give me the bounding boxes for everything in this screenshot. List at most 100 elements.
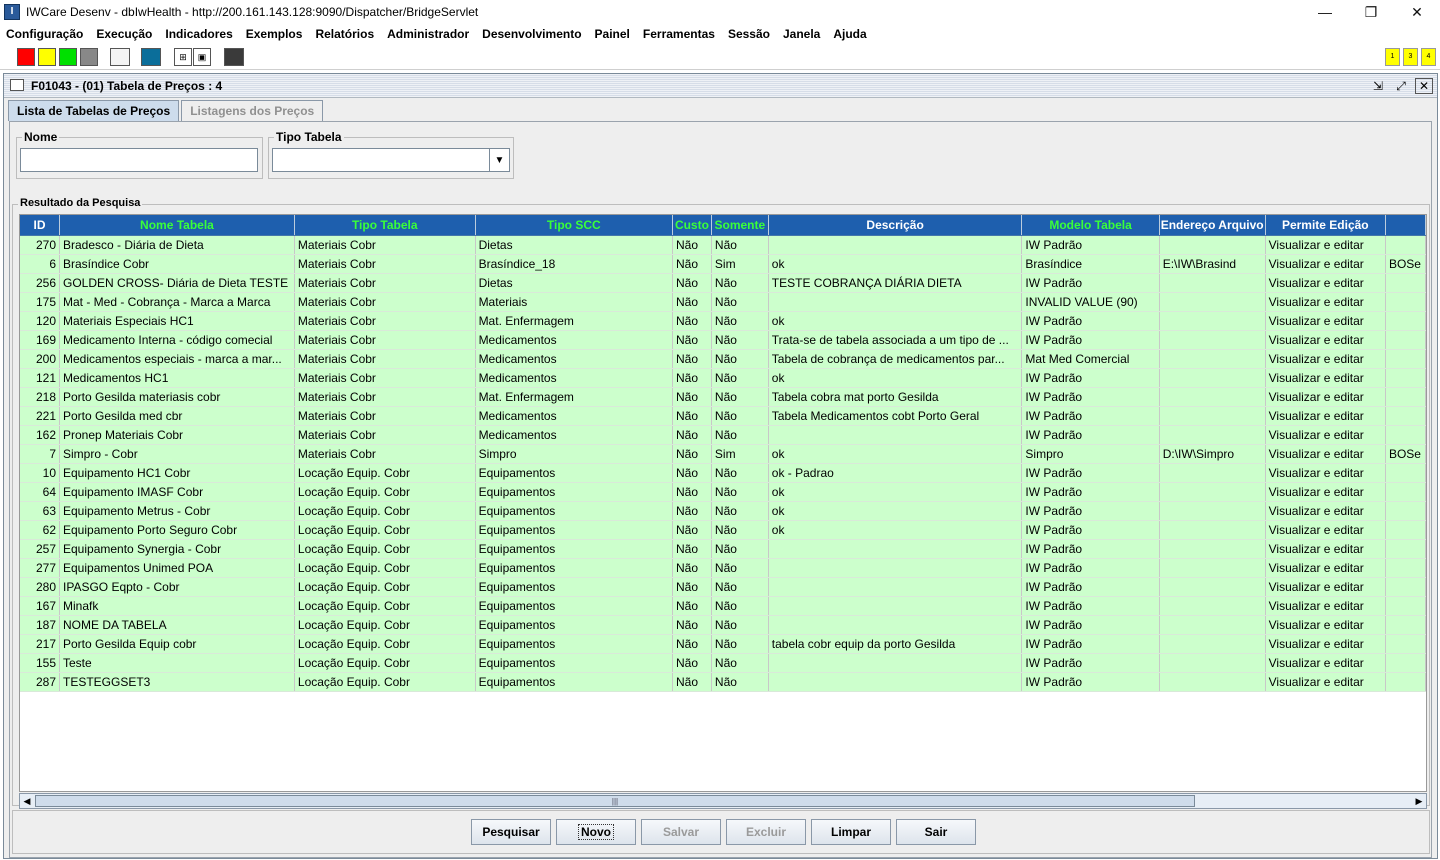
table-row[interactable]: 257 Equipamento Synergia - Cobr Locação Eq… bbox=[20, 539, 1426, 559]
cell-permite-edicao: Visualizar e editar bbox=[1265, 482, 1386, 502]
table-row[interactable]: 277 Equipamentos Unimed POA Locação Equip.… bbox=[20, 558, 1426, 578]
pesquisar-button[interactable]: Pesquisar bbox=[471, 819, 551, 845]
menu-painel[interactable]: Painel bbox=[595, 27, 630, 41]
table-row[interactable]: 121 Medicamentos HC1 Materiais Cobr Medicam… bbox=[20, 368, 1426, 388]
col-extra-header[interactable] bbox=[1385, 215, 1426, 236]
menu-configuracao[interactable]: Configuração bbox=[6, 27, 83, 41]
table-row[interactable]: 287 TESTEGGSET3 Locação Equip. Cobr Equipam… bbox=[20, 672, 1426, 692]
cell-modelo-tabela: IW Padrão bbox=[1021, 672, 1160, 692]
results-table-viewport[interactable]: ID Nome Tabela Tipo Tabela Tipo SCC Cust… bbox=[19, 214, 1427, 792]
col-somente-header[interactable]: Somente bbox=[711, 215, 769, 236]
novo-button[interactable]: Novo bbox=[556, 819, 636, 845]
cell-custo: Não bbox=[672, 425, 712, 445]
frame-close-icon[interactable]: ✕ bbox=[1415, 78, 1433, 94]
restore-button[interactable]: ❐ bbox=[1348, 0, 1394, 24]
menu-execucao[interactable]: Execução bbox=[96, 27, 152, 41]
green-color-button[interactable] bbox=[59, 48, 77, 66]
col-custo-header[interactable]: Custo bbox=[672, 215, 712, 236]
menu-ajuda[interactable]: Ajuda bbox=[833, 27, 866, 41]
col-modelo-tabela-header[interactable]: Modelo Tabela bbox=[1021, 215, 1160, 236]
cell-nome-tabela: Minafk bbox=[59, 596, 295, 616]
tree-icon[interactable]: ⊞ bbox=[174, 48, 192, 66]
table-row[interactable]: 64 Equipamento IMASF Cobr Locação Equip. C… bbox=[20, 482, 1426, 502]
table-row[interactable]: 256 GOLDEN CROSS- Diária de Dieta TESTE Ma… bbox=[20, 273, 1426, 293]
frame-maximize-icon[interactable]: ⤢ bbox=[1392, 78, 1410, 94]
table-row[interactable]: 10 Equipamento HC1 Cobr Locação Equip. Cob… bbox=[20, 463, 1426, 483]
close-button[interactable]: ✕ bbox=[1394, 0, 1440, 24]
windows-icon[interactable]: ▣ bbox=[193, 48, 211, 66]
excluir-button[interactable]: Excluir bbox=[726, 819, 806, 845]
menu-sessao[interactable]: Sessão bbox=[728, 27, 770, 41]
tab-lista-tabelas[interactable]: Lista de Tabelas de Preços bbox=[8, 100, 180, 121]
cell-tipo-scc: Medicamentos bbox=[475, 330, 673, 350]
limpar-button[interactable]: Limpar bbox=[811, 819, 891, 845]
cell-descricao: tabela cobr equip da porto Gesilda bbox=[768, 634, 1023, 654]
white-color-button[interactable] bbox=[110, 48, 130, 66]
cell-extra bbox=[1385, 539, 1426, 559]
frame-minimize-icon[interactable]: ⇲ bbox=[1369, 78, 1387, 94]
scroll-right-icon[interactable]: ▶ bbox=[1412, 794, 1426, 808]
menu-indicadores[interactable]: Indicadores bbox=[165, 27, 232, 41]
table-row[interactable]: 6 Brasíndice Cobr Materiais Cobr Brasíndice… bbox=[20, 254, 1426, 274]
scroll-left-icon[interactable]: ◀ bbox=[20, 794, 34, 808]
table-row[interactable]: 167 Minafk Locação Equip. Cobr Equipamentos… bbox=[20, 596, 1426, 616]
blue-color-button[interactable] bbox=[141, 48, 161, 66]
salvar-button[interactable]: Salvar bbox=[641, 819, 721, 845]
yellow-color-button[interactable] bbox=[38, 48, 56, 66]
table-row[interactable]: 280 IPASGO Eqpto - Cobr Locação Equip. Cob… bbox=[20, 577, 1426, 597]
table-row[interactable]: 218 Porto Gesilda materiasis cobr Materiai… bbox=[20, 387, 1426, 407]
indicator-1[interactable]: 1 bbox=[1385, 48, 1400, 66]
gray-color-button[interactable] bbox=[80, 48, 98, 66]
table-row[interactable]: 63 Equipamento Metrus - Cobr Locação Equip… bbox=[20, 501, 1426, 521]
col-endereco-arquivo-header[interactable]: Endereço Arquivo bbox=[1159, 215, 1266, 236]
table-row[interactable]: 217 Porto Gesilda Equip cobr Locação Equip… bbox=[20, 634, 1426, 654]
col-descricao-header[interactable]: Descrição bbox=[768, 215, 1023, 236]
table-row[interactable]: 187 NOME DA TABELA Locação Equip. Cobr Equi… bbox=[20, 615, 1426, 635]
table-row[interactable]: 221 Porto Gesilda med cbr Materiais Cobr Me… bbox=[20, 406, 1426, 426]
indicator-4[interactable]: 4 bbox=[1421, 48, 1436, 66]
dark-color-button[interactable] bbox=[224, 48, 244, 66]
red-color-button[interactable] bbox=[17, 48, 35, 66]
cell-id: 63 bbox=[20, 501, 60, 521]
chevron-down-icon[interactable]: ▼ bbox=[489, 149, 509, 171]
table-row[interactable]: 155 Teste Locação Equip. Cobr Equipamentos N… bbox=[20, 653, 1426, 673]
horizontal-scrollbar[interactable]: ◀ ||| ▶ bbox=[19, 793, 1427, 809]
menu-desenvolvimento[interactable]: Desenvolvimento bbox=[482, 27, 581, 41]
col-tipo-tabela-header[interactable]: Tipo Tabela bbox=[294, 215, 476, 236]
sair-button[interactable]: Sair bbox=[896, 819, 976, 845]
tipo-tabela-select[interactable]: ▼ bbox=[272, 148, 510, 172]
tab-listagens-precos[interactable]: Listagens dos Preços bbox=[181, 100, 324, 121]
col-tipo-scc-header[interactable]: Tipo SCC bbox=[475, 215, 673, 236]
cell-id: 10 bbox=[20, 463, 60, 483]
cell-somente: Não bbox=[711, 520, 769, 540]
table-row[interactable]: 62 Equipamento Porto Seguro Cobr Locação E… bbox=[20, 520, 1426, 540]
cell-extra bbox=[1385, 311, 1426, 331]
cell-id: 175 bbox=[20, 292, 60, 312]
minimize-button[interactable]: — bbox=[1302, 0, 1348, 24]
menu-relatorios[interactable]: Relatórios bbox=[315, 27, 374, 41]
cell-endereco-arquivo bbox=[1159, 577, 1266, 597]
nome-input[interactable] bbox=[20, 148, 258, 172]
col-permite-edicao-header[interactable]: Permite Edição bbox=[1265, 215, 1386, 236]
cell-endereco-arquivo bbox=[1159, 596, 1266, 616]
cell-tipo-scc: Equipamentos bbox=[475, 463, 673, 483]
table-row[interactable]: 7 Simpro - Cobr Materiais Cobr Simpro Não Sim… bbox=[20, 444, 1426, 464]
menu-janela[interactable]: Janela bbox=[783, 27, 820, 41]
menu-exemplos[interactable]: Exemplos bbox=[246, 27, 303, 41]
scroll-thumb[interactable]: ||| bbox=[35, 795, 1195, 807]
cell-custo: Não bbox=[672, 577, 712, 597]
col-id-header[interactable]: ID bbox=[20, 215, 60, 236]
cell-tipo-tabela: Materiais Cobr bbox=[294, 387, 476, 407]
indicator-3[interactable]: 3 bbox=[1403, 48, 1418, 66]
cell-custo: Não bbox=[672, 330, 712, 350]
table-row[interactable]: 169 Medicamento Interna - código comecial… bbox=[20, 330, 1426, 350]
menu-ferramentas[interactable]: Ferramentas bbox=[643, 27, 715, 41]
table-row[interactable]: 175 Mat - Med - Cobrança - Marca a Marca M… bbox=[20, 292, 1426, 312]
cell-somente: Não bbox=[711, 596, 769, 616]
table-row[interactable]: 200 Medicamentos especiais - marca a mar.… bbox=[20, 349, 1426, 369]
table-row[interactable]: 162 Pronep Materiais Cobr Materiais Cobr Me… bbox=[20, 425, 1426, 445]
table-row[interactable]: 270 Bradesco - Diária de Dieta Materiais C… bbox=[20, 235, 1426, 255]
col-nome-tabela-header[interactable]: Nome Tabela bbox=[59, 215, 295, 236]
menu-administrador[interactable]: Administrador bbox=[387, 27, 469, 41]
table-row[interactable]: 120 Materiais Especiais HC1 Materiais Cobr… bbox=[20, 311, 1426, 331]
